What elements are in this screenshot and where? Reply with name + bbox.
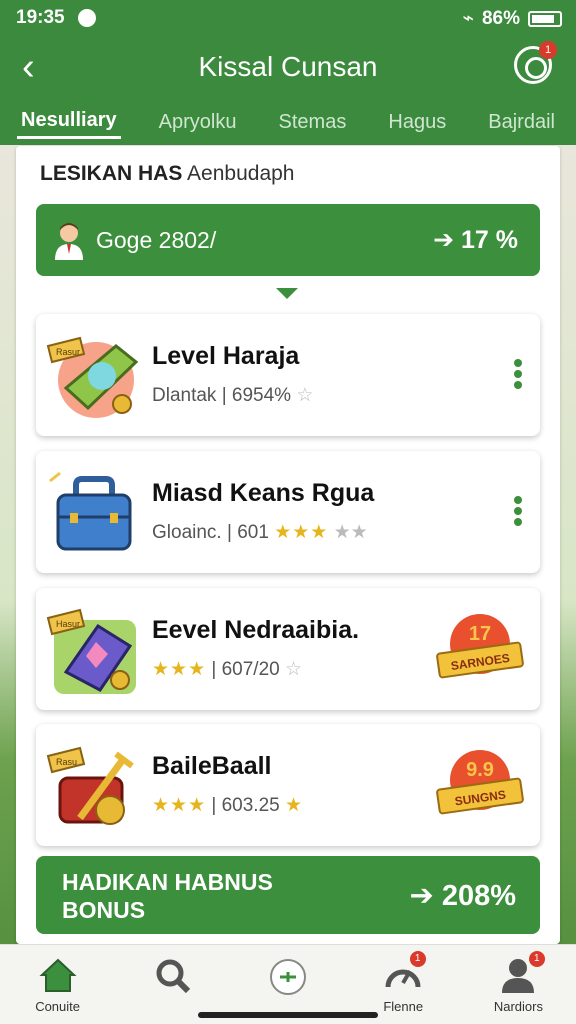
card-4-seal-top: 9.9 <box>466 759 494 781</box>
card-2-meta: Gloainc. | 601 ★★★ ★★ <box>152 521 368 544</box>
badge-shield-icon: Rasur <box>46 336 139 418</box>
summary-bar[interactable]: Goge 2802/ ➔ 17 % <box>36 204 540 276</box>
tab-apryolku[interactable]: Apryolku <box>155 107 241 138</box>
list-item[interactable]: Rasu BaileBaall ★★★ | 603.25 ★ 9.9 SUNGN… <box>36 724 540 846</box>
tab-stemas[interactable]: Stemas <box>275 107 351 138</box>
nav-profile-label: Nardiors <box>493 999 543 1014</box>
card-1-stars-dim: ☆ <box>296 385 314 406</box>
summary-value: ➔ 17 % <box>433 226 518 254</box>
tab-bar: Nesulliary Apryolku Stemas Hagus Bajrdai… <box>0 100 576 144</box>
settings-gear-icon[interactable]: 1 <box>514 41 557 84</box>
bonus-value-text: 208% <box>441 880 516 912</box>
search-icon <box>156 959 190 994</box>
summary-label: Goge 2802/ <box>96 227 217 253</box>
signal-icon: ⌁ <box>462 8 474 29</box>
main-panel: LESIKAN HAS Aenbudaph Goge 2802/ ➔ 17 % <box>16 146 560 944</box>
more-options-icon[interactable] <box>512 356 524 396</box>
list-item[interactable]: Miasd Keans Rgua Gloainc. | 601 ★★★ ★★ <box>36 451 540 573</box>
card-2-stars-dim: ★★ <box>333 522 368 543</box>
card-4-title: BaileBaall <box>152 752 272 780</box>
tab-nesulliary[interactable]: Nesulliary <box>17 105 121 139</box>
discount-seal-icon: 17 SARNOES <box>436 614 524 679</box>
panel-heading: LESIKAN HAS Aenbudaph <box>40 162 295 186</box>
card-3-meta-text: | 607/20 <box>211 659 280 680</box>
summary-value-text: 17 % <box>461 226 518 254</box>
battery-percent: 86% <box>481 7 520 29</box>
sword-chest-icon: Rasu <box>46 746 134 825</box>
card-4-meta: ★★★ | 603.25 ★ <box>152 794 303 817</box>
app-header: ‹ Kissal Cunsan 1 <box>0 36 576 98</box>
list-item[interactable]: Hasur Eevel Nedraaibia. ★★★ | 607/20 ☆ 1… <box>36 588 540 710</box>
card-3-stars: ★★★ <box>152 659 207 680</box>
card-2-stars: ★★★ <box>274 522 329 543</box>
card-4-stars-dim: ★ <box>285 795 304 816</box>
status-bar: 19:35 ⌁ 86% <box>0 0 576 36</box>
nav-home-label: Conuite <box>35 999 80 1014</box>
home-icon <box>39 958 77 992</box>
card-3-meta: ★★★ | 607/20 ☆ <box>152 658 302 681</box>
card-1-title: Level Haraja <box>152 342 300 370</box>
home-indicator[interactable] <box>198 1012 378 1018</box>
gem-device-icon: Hasur <box>46 608 136 694</box>
card-1-meta: Dlantak | 6954% ☆ <box>152 384 313 407</box>
card-2-meta-text: Gloainc. | 601 <box>152 522 269 543</box>
more-options-icon[interactable] <box>512 493 524 533</box>
notification-icon <box>78 9 96 27</box>
nav-profile-badge: 1 <box>528 951 545 967</box>
nav-home[interactable]: Conuite <box>0 945 115 1024</box>
app-screen: 19:35 ⌁ 86% ‹ Kissal Cunsan 1 Nesulliary… <box>0 0 576 1024</box>
card-4-tag: Rasu <box>56 757 77 767</box>
panel-heading-bold: LESIKAN HAS <box>40 162 183 185</box>
bonus-label: HADIKAN HABNUS BONUS <box>62 869 273 923</box>
card-3-stars-dim: ☆ <box>285 659 303 680</box>
dropdown-caret-icon[interactable] <box>276 288 298 299</box>
battery-icon <box>528 10 562 27</box>
card-4-stars: ★★★ <box>152 795 207 816</box>
card-2-title: Miasd Keans Rgua <box>152 479 375 507</box>
discount-seal-icon: 9.9 SUNGNS <box>436 750 524 815</box>
status-icons: ⌁ 86% <box>463 7 562 30</box>
card-1-meta-text: Dlantak | 6954% <box>152 385 292 406</box>
card-3-title: Eevel Nedraaibia. <box>152 616 360 644</box>
card-4-meta-text: | 603.25 <box>211 795 280 816</box>
status-time: 19:35 <box>16 7 65 28</box>
nav-profile[interactable]: 1 Nardiors <box>461 945 576 1024</box>
notification-badge: 1 <box>539 41 557 59</box>
card-1-tag: Rasur <box>56 347 80 357</box>
add-icon <box>270 959 306 995</box>
list-item[interactable]: Rasur Level Haraja Dlantak | 6954% ☆ <box>36 314 540 436</box>
panel-heading-rest: Aenbudaph <box>187 162 295 185</box>
avatar-icon <box>55 223 83 260</box>
card-3-tag: Hasur <box>56 619 80 629</box>
tab-hagus[interactable]: Hagus <box>384 107 450 138</box>
card-3-seal-top: 17 <box>469 623 491 645</box>
bonus-value: ➔ 208% <box>409 880 516 912</box>
toolbox-icon <box>49 471 132 551</box>
bonus-button[interactable]: HADIKAN HABNUS BONUS ➔ 208% <box>36 856 540 934</box>
nav-flenne-badge: 1 <box>409 951 426 967</box>
page-title: Kissal Cunsan <box>198 51 378 82</box>
tab-bajrdail[interactable]: Bajrdail <box>484 107 559 138</box>
